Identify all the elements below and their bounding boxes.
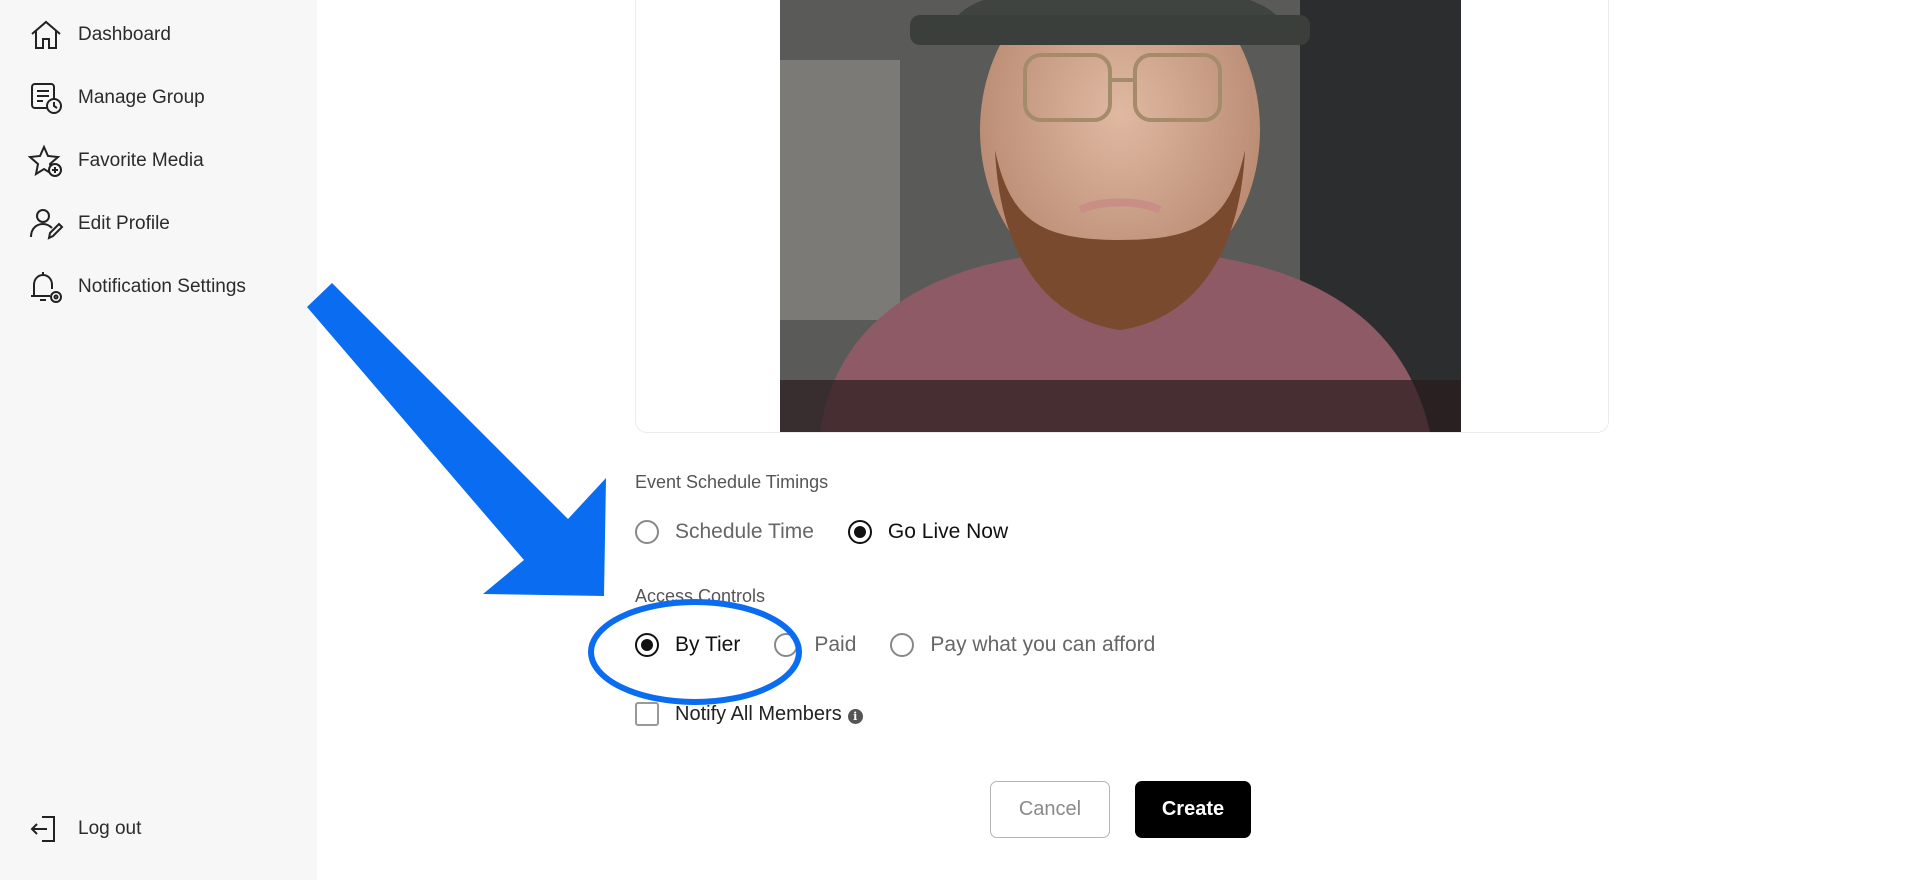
access-controls-label: Access Controls [635, 586, 766, 606]
cancel-button[interactable]: Cancel [990, 781, 1110, 838]
notify-checkbox[interactable] [635, 702, 659, 726]
radio-label: Schedule Time [675, 520, 814, 543]
sidebar-item-label: Manage Group [78, 87, 205, 108]
radio-button[interactable] [635, 520, 659, 544]
sidebar: Dashboard Manage Group Favorite Media Ed… [0, 0, 317, 880]
radio-label: By Tier [675, 633, 741, 656]
user-edit-icon [30, 209, 64, 240]
sidebar-item-label: Notification Settings [78, 276, 246, 297]
annotation-arrow [307, 283, 606, 596]
notify-all-members-row[interactable]: Notify All Members i [635, 702, 863, 726]
sidebar-item-dashboard[interactable]: Dashboard [28, 17, 171, 53]
bell-gear-icon [31, 272, 62, 303]
manage-group-icon [31, 83, 62, 114]
create-button[interactable]: Create [1135, 781, 1251, 838]
radio-go-live-now[interactable]: Go Live Now [847, 520, 1009, 544]
star-add-icon [28, 144, 62, 177]
sidebar-item-manage-group[interactable]: Manage Group [28, 80, 205, 116]
video-preview[interactable] [780, 0, 1461, 432]
event-schedule-label: Event Schedule Timings [635, 472, 829, 492]
sidebar-item-notification-settings[interactable]: Notification Settings [28, 269, 246, 305]
radio-button-checked[interactable] [635, 633, 659, 657]
sidebar-item-favorite-media[interactable]: Favorite Media [28, 143, 204, 179]
radio-by-tier[interactable]: By Tier [635, 633, 740, 657]
logout-label: Log out [78, 818, 142, 839]
sidebar-item-label: Dashboard [78, 24, 171, 45]
home-icon [31, 20, 61, 49]
event-schedule-options: Schedule Time Go Live Now [635, 520, 1042, 544]
sidebar-item-edit-profile[interactable]: Edit Profile [28, 206, 170, 242]
radio-button[interactable] [774, 633, 799, 657]
logout-button[interactable]: Log out [28, 811, 141, 847]
notify-label: Notify All Members i [675, 703, 863, 726]
radio-schedule-time[interactable]: Schedule Time [635, 520, 814, 544]
radio-button[interactable] [890, 633, 915, 657]
radio-label: Go Live Now [887, 520, 1009, 543]
info-icon[interactable]: i [847, 708, 863, 724]
sidebar-item-label: Edit Profile [78, 213, 170, 234]
radio-pay-what-you-can[interactable]: Pay what you can afford [890, 633, 1155, 657]
video-thumbnail-image [780, 0, 1461, 432]
logout-icon [30, 816, 55, 842]
radio-paid[interactable]: Paid [774, 633, 856, 657]
radio-button-checked[interactable] [847, 520, 872, 544]
radio-label: Paid [814, 633, 857, 656]
access-controls-options: By Tier Paid Pay what you can afford [635, 633, 1189, 657]
radio-label: Pay what you can afford [930, 633, 1156, 656]
sidebar-item-label: Favorite Media [78, 150, 204, 171]
